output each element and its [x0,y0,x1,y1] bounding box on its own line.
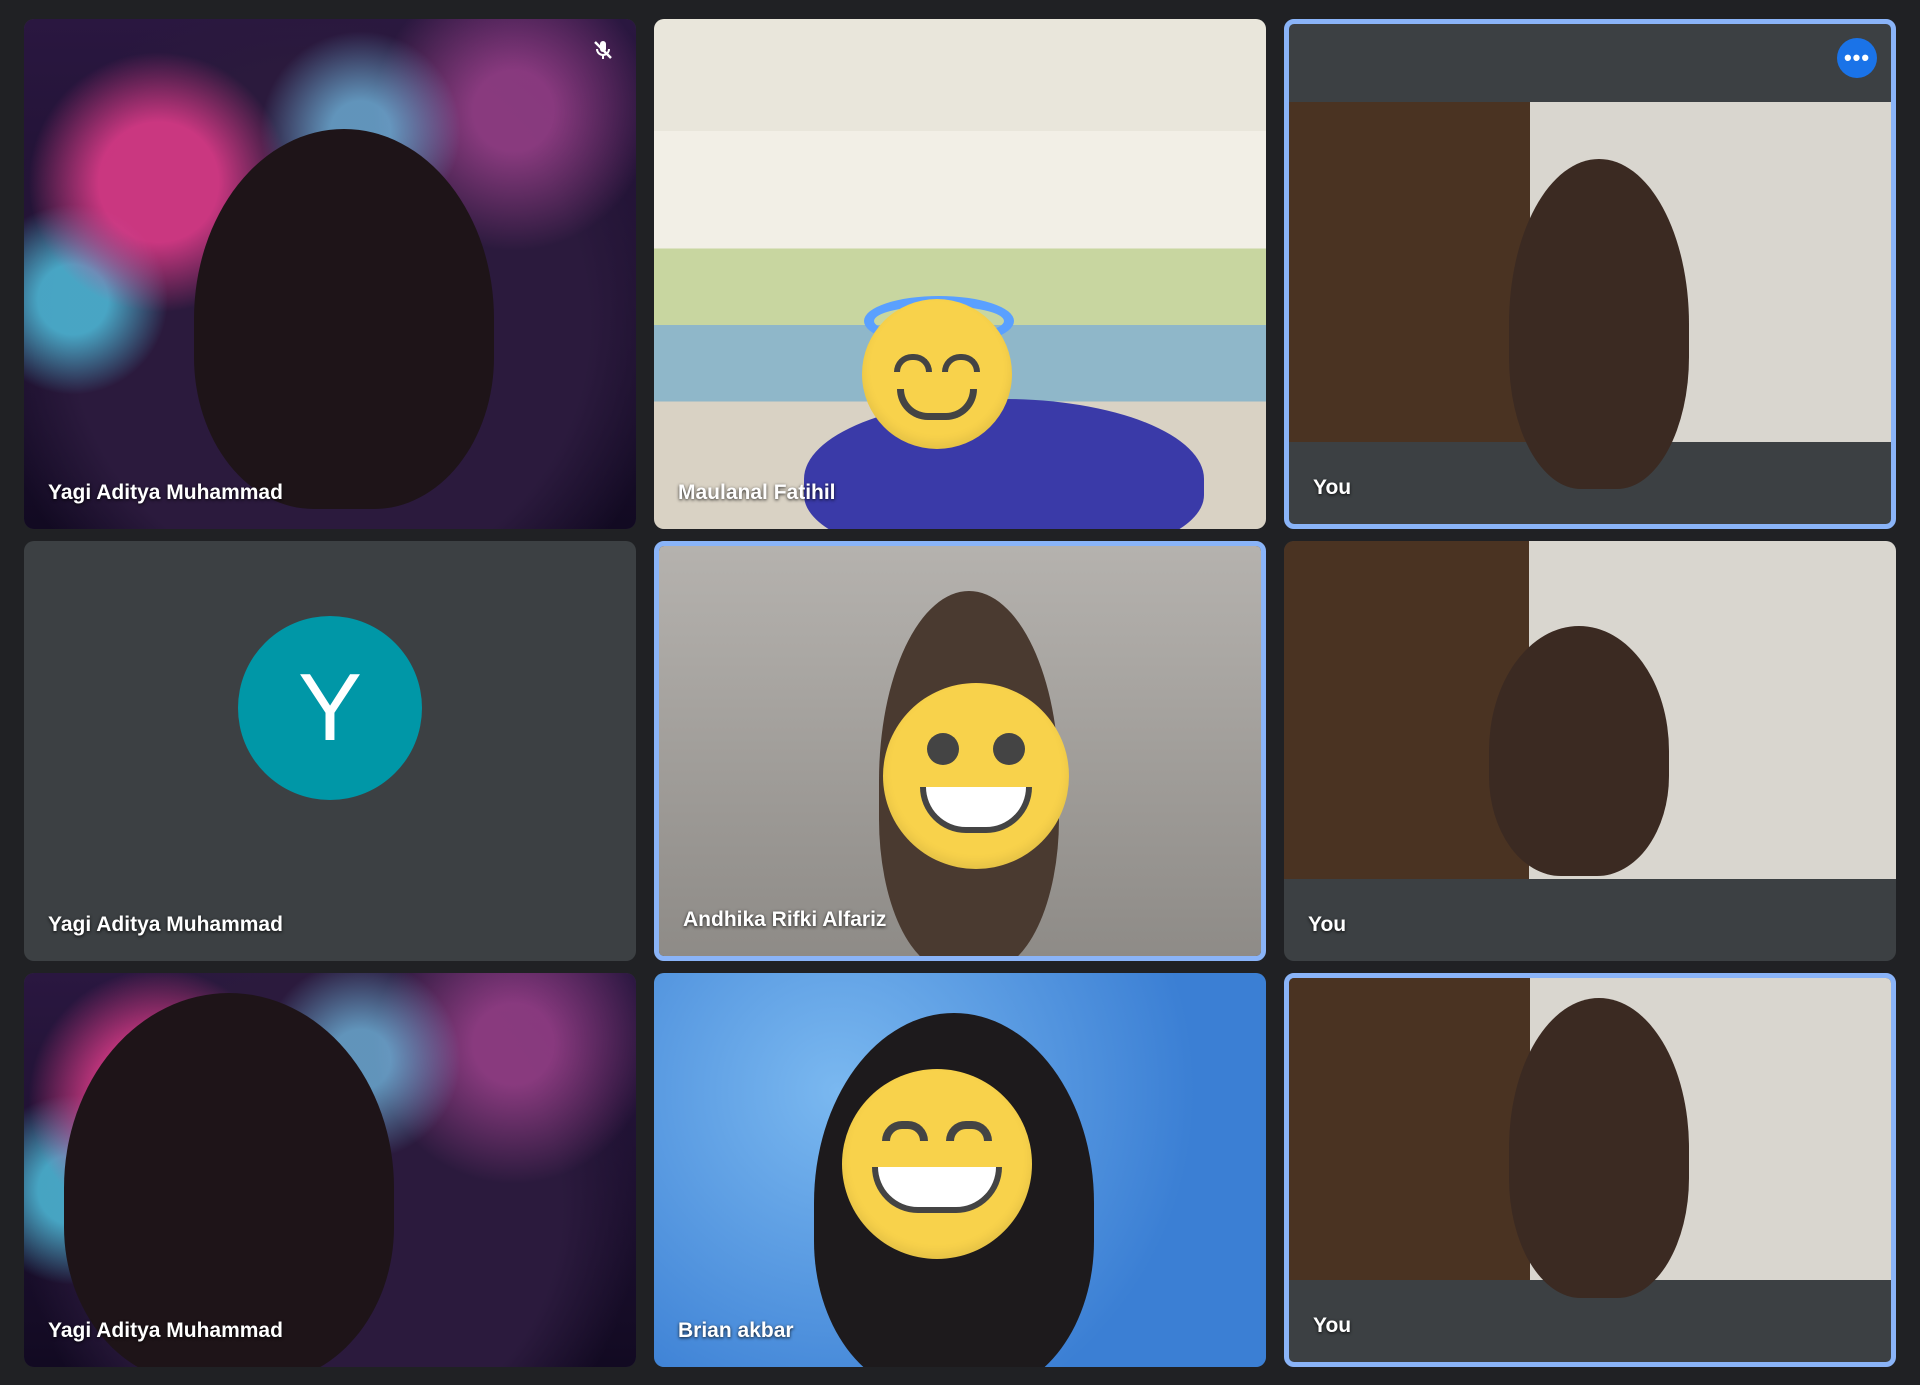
participant-name: Brian akbar [678,1319,794,1342]
emoji-eye [927,733,959,765]
participant-video-person [64,993,394,1367]
participant-tile[interactable]: Y Yagi Aditya Muhammad [24,541,636,961]
emoji-mouth [897,389,977,420]
participant-video-person [194,129,494,509]
emoji-eye [882,1121,928,1141]
participant-tile[interactable]: Maulanal Fatihil [654,19,1266,529]
participant-name: Maulanal Fatihil [678,481,836,504]
emoji-mouth [920,787,1032,833]
avatar-letter: Y [297,654,363,761]
more-options-icon[interactable]: ••• [1837,38,1877,78]
participant-name: You [1313,476,1352,499]
participant-name: Yagi Aditya Muhammad [48,913,283,936]
emoji-eye [993,733,1025,765]
participant-name: You [1308,913,1347,936]
participant-tile[interactable]: Andhika Rifki Alfariz [654,541,1266,961]
avatar: Y [238,616,422,800]
participant-video-person [1509,998,1689,1298]
emoji-eye [894,354,932,372]
emoji-mouth [872,1167,1002,1213]
participant-name: Yagi Aditya Muhammad [48,1319,283,1342]
participant-grid: Yagi Aditya Muhammad Maulanal Fatihil ••… [0,0,1920,1385]
participant-video-person [1509,159,1689,489]
smiling-face-with-halo-icon [862,299,1012,449]
emoji-eye [942,354,980,372]
emoji-eye [946,1121,992,1141]
mic-off-icon [588,35,618,65]
participant-video-person [1489,626,1669,876]
participant-tile-self[interactable]: You [1284,973,1896,1367]
participant-tile-self[interactable]: ••• You [1284,19,1896,529]
participant-tile[interactable]: Yagi Aditya Muhammad [24,19,636,529]
participant-name: Yagi Aditya Muhammad [48,481,283,504]
participant-tile-self[interactable]: You [1284,541,1896,961]
participant-tile[interactable]: Brian akbar [654,973,1266,1367]
grinning-face-icon [883,683,1069,869]
participant-name: You [1313,1314,1352,1337]
participant-tile[interactable]: Yagi Aditya Muhammad [24,973,636,1367]
participant-name: Andhika Rifki Alfariz [683,908,887,931]
grinning-squinting-face-icon [842,1069,1032,1259]
